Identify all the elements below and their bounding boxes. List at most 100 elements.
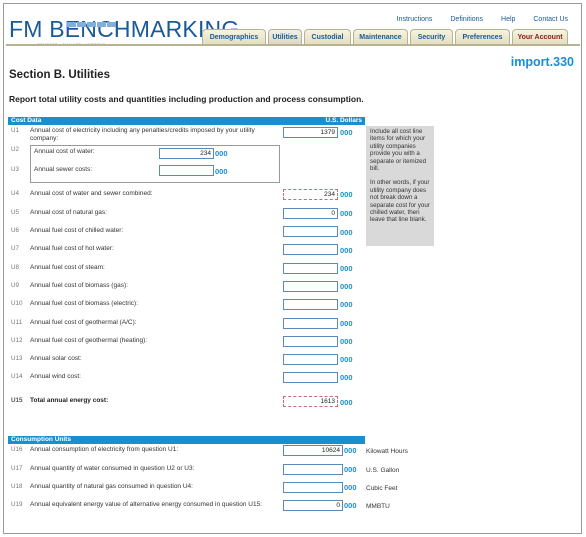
input-u9[interactable] — [283, 281, 338, 292]
row-id-u18: U18 — [11, 483, 23, 490]
link-instructions[interactable]: Instructions — [397, 16, 433, 23]
row-id-u7: U7 — [11, 245, 20, 252]
row-id-u10: U10 — [11, 300, 23, 307]
top-links: Instructions Definitions Help Contact Us — [381, 16, 568, 23]
tab-maintenance[interactable]: Maintenance — [353, 29, 408, 44]
input-u12[interactable] — [283, 336, 338, 347]
unit-u19: MMBTU — [366, 503, 390, 510]
tab-custodial[interactable]: Custodial — [304, 29, 351, 44]
suffix-u4: 000 — [340, 190, 353, 199]
suffix-u14: 000 — [340, 373, 353, 382]
row-id-u16: U16 — [11, 446, 23, 453]
link-definitions[interactable]: Definitions — [450, 16, 483, 23]
input-u11[interactable] — [283, 318, 338, 329]
help-note: Include all cost line items for which yo… — [366, 126, 434, 246]
row-id-u4: U4 — [11, 190, 20, 197]
input-u6[interactable] — [283, 226, 338, 237]
link-contact-us[interactable]: Contact Us — [533, 16, 568, 23]
row-id-u5: U5 — [11, 209, 20, 216]
suffix-u3: 000 — [215, 167, 228, 176]
suffix-u6: 000 — [340, 228, 353, 237]
suffix-u17: 000 — [344, 465, 357, 474]
tab-demographics[interactable]: Demographics — [202, 29, 266, 44]
row-id-u1: U1 — [11, 127, 20, 134]
suffix-u13: 000 — [340, 355, 353, 364]
row-id-u15: U15 — [11, 397, 23, 404]
row-id-u8: U8 — [11, 264, 20, 271]
input-u5[interactable]: 0 — [283, 208, 338, 219]
unit-u17: U.S. Gallon — [366, 467, 400, 474]
label-u19: Annual equivalent energy value of altern… — [30, 501, 262, 508]
input-u14[interactable] — [283, 372, 338, 383]
row-id-u13: U13 — [11, 355, 23, 362]
label-u4: Annual cost of water and sewer combined: — [30, 190, 153, 197]
input-u13[interactable] — [283, 354, 338, 365]
label-u3: Annual sewer costs: — [34, 166, 93, 173]
label-u7: Annual fuel cost of hot water: — [30, 245, 114, 252]
suffix-u5: 000 — [340, 209, 353, 218]
label-u13: Annual solar cost: — [30, 355, 82, 362]
label-u11: Annual fuel cost of geothermal (A/C): — [30, 319, 137, 326]
input-u7[interactable] — [283, 244, 338, 255]
cost-data-header: Cost Data U.S. Dollars — [8, 117, 365, 125]
row-id-u19: U19 — [11, 501, 23, 508]
tab-your-account[interactable]: Your Account — [512, 29, 568, 44]
label-u16: Annual consumption of electricity from q… — [30, 446, 179, 453]
label-u2: Annual cost of water: — [34, 148, 95, 155]
label-u18: Annual quantity of natural gas consumed … — [30, 483, 193, 490]
consumption-header: Consumption Units — [8, 436, 365, 444]
row-id-u17: U17 — [11, 465, 23, 472]
field-u4-calculated: 234 — [283, 189, 338, 200]
label-u10: Annual fuel cost of biomass (electric): — [30, 300, 139, 307]
suffix-u2: 000 — [215, 149, 228, 158]
input-u8[interactable] — [283, 263, 338, 274]
link-help[interactable]: Help — [501, 16, 515, 23]
header-divider — [6, 44, 580, 46]
suffix-u1: 000 — [340, 128, 353, 137]
consumption-label: Consumption Units — [11, 436, 71, 443]
import-id: import.330 — [510, 55, 574, 69]
input-u3[interactable] — [159, 165, 214, 176]
logo-graphic — [67, 14, 127, 27]
row-id-u2: U2 — [11, 146, 20, 153]
unit-u16: Kilowatt Hours — [366, 448, 408, 455]
row-id-u9: U9 — [11, 282, 20, 289]
section-description: Report total utility costs and quantitie… — [9, 94, 364, 104]
label-u8: Annual fuel cost of steam: — [30, 264, 105, 271]
suffix-u16: 000 — [344, 446, 357, 455]
suffix-u7: 000 — [340, 246, 353, 255]
suffix-u11: 000 — [340, 319, 353, 328]
help-note-paragraph-1: Include all cost line items for which yo… — [370, 128, 427, 173]
row-id-u6: U6 — [11, 227, 20, 234]
row-id-u3: U3 — [11, 166, 20, 173]
help-note-paragraph-2: In other words, if your utility company … — [370, 179, 430, 224]
label-u17: Annual quantity of water consumed in que… — [30, 465, 195, 472]
cost-data-label: Cost Data — [11, 117, 42, 124]
input-u17[interactable] — [283, 464, 343, 475]
input-u16[interactable]: 10624 — [283, 445, 343, 456]
label-u15: Total annual energy cost: — [30, 397, 109, 404]
suffix-u12: 000 — [340, 337, 353, 346]
label-u9: Annual fuel cost of biomass (gas): — [30, 282, 128, 289]
label-u14: Annual wind cost: — [30, 373, 81, 380]
suffix-u8: 000 — [340, 264, 353, 273]
suffix-u18: 000 — [344, 483, 357, 492]
input-u18[interactable] — [283, 482, 343, 493]
row-id-u12: U12 — [11, 337, 23, 344]
input-u2[interactable]: 234 — [159, 148, 214, 159]
suffix-u9: 000 — [340, 282, 353, 291]
tab-preferences[interactable]: Preferences — [455, 29, 510, 44]
label-u6: Annual fuel cost of chilled water: — [30, 227, 124, 234]
suffix-u19: 000 — [344, 501, 357, 510]
label-u1: Annual cost of electricity including any… — [30, 127, 255, 142]
row-id-u11: U11 — [11, 319, 23, 326]
tab-utilities[interactable]: Utilities — [268, 29, 302, 44]
suffix-u15: 000 — [340, 398, 353, 407]
label-u12: Annual fuel cost of geothermal (heating)… — [30, 337, 148, 344]
input-u19[interactable]: 0 — [283, 500, 343, 511]
row-id-u14: U14 — [11, 373, 23, 380]
input-u10[interactable] — [283, 299, 338, 310]
suffix-u10: 000 — [340, 300, 353, 309]
input-u1[interactable]: 1379 — [283, 127, 338, 138]
tab-security[interactable]: Security — [410, 29, 453, 44]
